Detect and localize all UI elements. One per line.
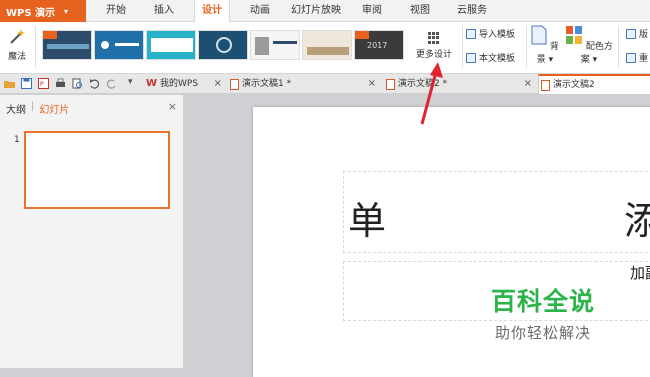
doc-tab-label: 演示文稿2 * — [398, 79, 448, 89]
ribbon: 魔法 2017 更多设计 导入模板 本文模板 背景 ▾ 配色方案 ▾ 版 重 — [0, 22, 650, 74]
document-tab-bar: P ▾ W 我的WPS × 演示文稿1 * × 演示文稿2 * × 演示文稿2 — [0, 74, 650, 94]
tab-insert[interactable]: 插入 — [148, 0, 180, 22]
slide-number: 1 — [14, 135, 20, 145]
magic-label: 魔法 — [7, 52, 26, 62]
doc-tab-label: 演示文稿2 — [553, 80, 595, 90]
wps-app-button[interactable]: WPS 演示 ▾ — [0, 0, 86, 22]
tab-start[interactable]: 开始 — [100, 0, 132, 22]
open-folder-icon[interactable] — [4, 78, 15, 89]
reset-button[interactable]: 重 — [626, 51, 648, 64]
design-thumb-3[interactable] — [146, 30, 196, 60]
import-template-label: 导入模板 — [479, 30, 516, 40]
doc-tab-my-wps[interactable]: W 我的WPS × — [146, 74, 222, 94]
watermark-main: 百科全说 — [490, 287, 595, 316]
customize-toolbar-icon[interactable]: ▾ — [128, 77, 139, 88]
import-template-icon — [466, 28, 476, 39]
save-icon[interactable] — [21, 78, 32, 89]
reset-label: 重 — [639, 54, 649, 64]
subtitle-text: 加副 — [630, 264, 650, 282]
watermark: 百科全说 助你轻松解决 — [474, 282, 612, 342]
doc-tab-label: 我的WPS — [160, 79, 199, 89]
palette-icon — [566, 26, 583, 44]
tab-animation[interactable]: 动画 — [244, 0, 276, 22]
design-thumb-5[interactable] — [250, 30, 300, 60]
this-template-icon — [466, 52, 476, 63]
tab-slideshow[interactable]: 幻灯片放映 — [288, 0, 344, 22]
grid-icon — [428, 32, 440, 44]
watermark-sub: 助你轻松解决 — [494, 324, 591, 342]
this-template-button[interactable]: 本文模板 — [466, 51, 515, 64]
doc-tab-label: 演示文稿1 * — [242, 79, 292, 89]
more-design-button[interactable]: 更多设计 — [408, 26, 460, 70]
more-design-label: 更多设计 — [415, 50, 452, 60]
this-template-label: 本文模板 — [479, 54, 516, 64]
color-scheme-button[interactable]: 配色方案 ▾ — [564, 25, 614, 65]
wps-logo-icon: W — [146, 78, 158, 89]
reset-icon — [626, 52, 636, 63]
menu-bar: WPS 演示 ▾ 开始 插入 设计 动画 幻灯片放映 审阅 视图 云服务 — [0, 0, 650, 23]
undo-icon[interactable] — [89, 78, 100, 89]
layout-label: 版 — [639, 30, 649, 40]
presentation-file-icon — [230, 78, 239, 90]
svg-text:P: P — [40, 81, 44, 88]
print-preview-icon[interactable] — [72, 78, 83, 89]
close-icon[interactable]: × — [214, 74, 222, 94]
title-placeholder[interactable]: 单 添 — [343, 171, 650, 253]
presentation-file-icon — [386, 78, 395, 90]
doc-tab-presentation-1[interactable]: 演示文稿1 * × — [230, 74, 376, 94]
title-char: 单 — [348, 199, 387, 243]
presentation-file-icon — [541, 79, 550, 91]
design-thumb-2[interactable] — [94, 30, 144, 60]
page-icon — [531, 25, 547, 45]
tab-cloud[interactable]: 云服务 — [452, 0, 492, 22]
tab-design[interactable]: 设计 — [194, 0, 230, 23]
chevron-down-icon: ▾ — [64, 6, 69, 16]
slide-thumbnail[interactable] — [24, 131, 170, 209]
magic-wand-icon — [10, 29, 25, 44]
close-icon[interactable]: × — [368, 74, 376, 94]
title-char: 添 — [624, 199, 650, 243]
tab-outline[interactable]: 大纲 — [6, 101, 26, 116]
layout-button[interactable]: 版 — [626, 27, 648, 40]
magic-button[interactable]: 魔法 — [4, 26, 30, 70]
background-button[interactable]: 背景 ▾ — [530, 25, 560, 65]
print-icon[interactable] — [55, 78, 66, 89]
design-thumb-1[interactable] — [42, 30, 92, 60]
close-icon[interactable]: × — [168, 100, 177, 113]
thumb-year: 2017 — [367, 41, 388, 50]
doc-tab-presentation-2[interactable]: 演示文稿2 * × — [386, 74, 532, 94]
app-name: WPS 演示 — [6, 7, 56, 19]
slides-panel: 大纲 | 幻灯片 × 1 — [0, 95, 184, 368]
redo-icon[interactable] — [106, 78, 117, 89]
tab-slides[interactable]: 幻灯片 — [39, 101, 69, 116]
design-thumb-4[interactable] — [198, 30, 248, 60]
export-pdf-icon[interactable]: P — [38, 78, 49, 89]
tab-review[interactable]: 审阅 — [356, 0, 388, 22]
close-icon[interactable]: × — [524, 74, 532, 94]
tab-view[interactable]: 视图 — [404, 0, 436, 22]
design-thumb-6[interactable] — [302, 30, 352, 60]
doc-tab-presentation-2-active[interactable]: 演示文稿2 — [538, 74, 650, 94]
design-thumb-7[interactable]: 2017 — [354, 30, 404, 60]
layout-icon — [626, 28, 636, 39]
import-template-button[interactable]: 导入模板 — [466, 27, 515, 40]
